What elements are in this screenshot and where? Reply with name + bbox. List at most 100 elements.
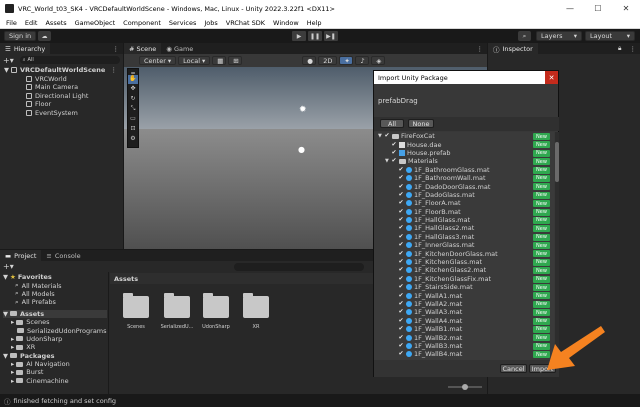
layout-dropdown[interactable]: Layout ▾: [585, 31, 635, 41]
packages-root[interactable]: ▼ Packages: [3, 352, 107, 360]
assets-root[interactable]: ▼ Assets: [3, 309, 107, 318]
project-search-input[interactable]: [233, 262, 364, 271]
snap-increment-button[interactable]: ⊞: [228, 56, 243, 65]
step-button[interactable]: ▶❚: [324, 31, 338, 41]
include-checkbox[interactable]: ✔: [398, 183, 404, 190]
tab-game[interactable]: ◉ Game: [161, 43, 199, 54]
menu-window[interactable]: Window: [273, 19, 299, 27]
space-dropdown[interactable]: Local ▾: [178, 56, 211, 65]
menu-help[interactable]: Help: [307, 19, 322, 27]
expand-arrow-icon[interactable]: ▼: [3, 273, 8, 281]
add-icon[interactable]: +▾: [3, 56, 14, 65]
tab-inspector[interactable]: ⓘ Inspector: [488, 43, 538, 54]
package-file-row[interactable]: ✔ 1F_DadoGlass.mat New: [374, 191, 554, 199]
asset-folder-item[interactable]: ▸ Scenes: [3, 318, 107, 326]
dialog-close-button[interactable]: ✕: [545, 71, 558, 84]
include-checkbox[interactable]: ✔: [398, 326, 404, 332]
asset-folder-item[interactable]: ▸ UdonSharp: [3, 335, 107, 343]
hierarchy-item[interactable]: Directional Light: [4, 92, 123, 101]
include-checkbox[interactable]: ✔: [398, 250, 404, 257]
menu-vrchat-sdk[interactable]: VRChat SDK: [226, 19, 265, 27]
include-checkbox[interactable]: ✔: [398, 284, 404, 290]
expand-arrow-icon[interactable]: ▼: [3, 310, 8, 318]
tab-project[interactable]: ▬ Project: [0, 250, 42, 261]
favorite-item[interactable]: ⌕ All Prefabs: [3, 298, 107, 306]
directional-light-icon[interactable]: ✹: [299, 105, 307, 115]
minimize-button[interactable]: —: [556, 0, 584, 17]
panel-menu-icon[interactable]: ⋮: [477, 45, 484, 53]
include-checkbox[interactable]: ✔: [398, 351, 404, 357]
asset-tile[interactable]: Scenes: [118, 293, 154, 330]
package-file-row[interactable]: ▼ ✔ FireFoxCat New: [374, 132, 554, 140]
zoom-slider[interactable]: [448, 384, 482, 390]
package-file-row[interactable]: ✔ 1F_StairsSide.mat New: [374, 283, 554, 291]
package-file-row[interactable]: ✔ 1F_KitchenGlassFix.mat New: [374, 275, 554, 283]
menu-jobs[interactable]: Jobs: [204, 19, 217, 27]
cancel-button[interactable]: Cancel: [500, 364, 527, 373]
package-file-row[interactable]: ✔ 1F_BathroomGlass.mat New: [374, 166, 554, 174]
effects-toggle[interactable]: ◈: [371, 56, 386, 65]
include-checkbox[interactable]: ✔: [398, 275, 404, 282]
asset-tile[interactable]: SerializedU...: [158, 293, 196, 330]
package-file-row[interactable]: ✔ 1F_WallA4.mat New: [374, 317, 554, 325]
rect-tool-icon[interactable]: ▭: [128, 115, 138, 124]
layers-dropdown[interactable]: Layers ▾: [536, 31, 582, 41]
close-window-button[interactable]: ✕: [612, 0, 640, 17]
panel-menu-icon[interactable]: ⋮: [630, 45, 637, 53]
scale-tool-icon[interactable]: ⤡: [128, 105, 138, 114]
include-checkbox[interactable]: ✔: [398, 217, 404, 223]
play-button[interactable]: ▶: [292, 31, 306, 41]
package-file-row[interactable]: ✔ 1F_DadoDoorGlass.mat New: [374, 182, 554, 191]
package-file-row[interactable]: ✔ 1F_InnerGlass.mat New: [374, 241, 554, 249]
asset-folder-item[interactable]: SerializedUdonPrograms: [3, 326, 107, 335]
menu-services[interactable]: Services: [169, 19, 196, 27]
expand-arrow-icon[interactable]: ▸: [11, 377, 14, 385]
hierarchy-item[interactable]: VRCWorld: [4, 75, 123, 84]
package-file-row[interactable]: ✔ 1F_WallB1.mat New: [374, 325, 554, 333]
package-file-row[interactable]: ✔ 1F_KitchenGlass.mat New: [374, 258, 554, 266]
move-tool-icon[interactable]: ✥: [128, 85, 138, 94]
scene-menu-icon[interactable]: ⋮: [111, 66, 118, 74]
include-checkbox[interactable]: ✔: [398, 292, 404, 299]
sign-in-button[interactable]: Sign in: [4, 31, 37, 41]
include-checkbox[interactable]: ✔: [398, 166, 404, 173]
include-checkbox[interactable]: ✔: [398, 301, 404, 307]
tab-scene[interactable]: # Scene: [124, 43, 162, 54]
include-checkbox[interactable]: ✔: [391, 149, 397, 156]
include-checkbox[interactable]: ✔: [398, 225, 404, 231]
include-checkbox[interactable]: ✔: [398, 242, 404, 248]
toggle-2d-button[interactable]: 2D: [318, 56, 338, 65]
add-icon[interactable]: +▾: [3, 262, 14, 271]
hierarchy-item[interactable]: EventSystem: [4, 109, 123, 118]
panel-divider[interactable]: [108, 272, 109, 394]
cloud-button[interactable]: ☁: [38, 31, 51, 41]
package-file-row[interactable]: ✔ 1F_WallA1.mat New: [374, 291, 554, 300]
select-all-button[interactable]: All: [380, 119, 404, 128]
include-checkbox[interactable]: ✔: [391, 141, 397, 148]
include-checkbox[interactable]: ✔: [398, 334, 404, 341]
include-checkbox[interactable]: ✔: [391, 158, 397, 164]
hand-tool-icon[interactable]: ✋: [128, 75, 138, 84]
package-file-row[interactable]: ✔ 1F_FloorA.mat New: [374, 199, 554, 207]
package-file-row[interactable]: ✔ 1F_WallA2.mat New: [374, 300, 554, 308]
package-file-row[interactable]: ✔ 1F_KitchenGlass2.mat New: [374, 266, 554, 274]
audio-toggle[interactable]: ♪: [355, 56, 370, 65]
search-button[interactable]: ⌕: [518, 31, 531, 41]
transform-tool-icon[interactable]: ⊡: [128, 125, 138, 134]
include-checkbox[interactable]: ✔: [398, 309, 404, 315]
package-file-row[interactable]: ✔ House.dae New: [374, 140, 554, 149]
include-checkbox[interactable]: ✔: [398, 208, 404, 215]
zoom-slider-handle[interactable]: [462, 384, 468, 390]
scene-root[interactable]: ▼ VRCDefaultWorldScene ⋮: [4, 66, 123, 75]
rotate-tool-icon[interactable]: ↻: [128, 95, 138, 104]
select-none-button[interactable]: None: [408, 119, 434, 128]
hierarchy-search-input[interactable]: ⌕ All: [19, 56, 120, 64]
pivot-dropdown[interactable]: Center ▾: [139, 56, 177, 65]
package-file-row[interactable]: ✔ 1F_WallB2.mat New: [374, 333, 554, 342]
drag-handle-icon[interactable]: ═: [128, 70, 138, 77]
camera-gizmo-icon[interactable]: ●: [298, 145, 305, 154]
package-item[interactable]: ▸ Burst: [3, 368, 107, 376]
include-checkbox[interactable]: ✔: [398, 259, 404, 265]
tab-console[interactable]: ≡ Console: [41, 250, 86, 261]
lock-icon[interactable]: 🔒︎: [618, 44, 621, 53]
